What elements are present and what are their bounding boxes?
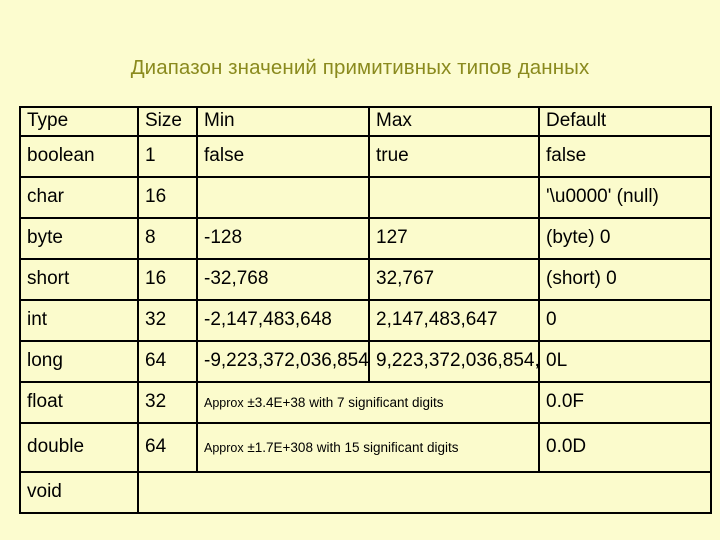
cell-type: byte [19, 217, 139, 261]
column-header-type: Type [19, 105, 139, 138]
range-value: ±1.7E+308 with 15 significant digits [243, 440, 459, 456]
cell-type: float [19, 381, 139, 425]
cell-default: (short) 0 [538, 258, 712, 302]
range-value: ±3.4E+38 with 7 significant digits [243, 395, 444, 411]
cell-size: 16 [137, 176, 198, 220]
cell-type: char [19, 176, 139, 220]
cell-size: 8 [137, 217, 198, 261]
cell-max: true [368, 135, 540, 179]
cell-max: 32,767 [368, 258, 540, 302]
cell-default: 0.0D [538, 422, 712, 474]
table-header-row: Type Size Min Max Default [19, 105, 712, 138]
cell-type: boolean [19, 135, 139, 179]
table-row: short 16 -32,768 32,767 (short) 0 [19, 258, 712, 302]
cell-size: 32 [137, 299, 198, 343]
cell-type: int [19, 299, 139, 343]
slide-root: Диапазон значений примитивных типов данн… [0, 0, 720, 540]
column-header-default: Default [538, 105, 712, 138]
cell-size: 32 [137, 381, 198, 425]
column-header-size: Size [137, 105, 198, 138]
table-row: void [19, 471, 712, 515]
cell-max: 2,147,483,647 [368, 299, 540, 343]
cell-min: -128 [196, 217, 370, 261]
table-row: char 16 '\u0000' (null) [19, 176, 712, 220]
cell-size: 16 [137, 258, 198, 302]
cell-range: Approx ±1.7E+308 with 15 significant dig… [196, 422, 540, 474]
table-row: double 64 Approx ±1.7E+308 with 15 signi… [19, 422, 712, 474]
table-row: int 32 -2,147,483,648 2,147,483,647 0 [19, 299, 712, 343]
cell-max: 127 [368, 217, 540, 261]
cell-size: 64 [137, 422, 198, 474]
cell-default: false [538, 135, 712, 179]
cell-min: -2,147,483,648 [196, 299, 370, 343]
range-approx-label: Approx [204, 441, 244, 456]
page-title: Диапазон значений примитивных типов данн… [130, 56, 590, 79]
cell-type: double [19, 422, 139, 474]
cell-min: -32,768 [196, 258, 370, 302]
cell-max: 9,223,372,036,854,775,807 [368, 340, 540, 384]
table-row: boolean 1 false true false [19, 135, 712, 179]
cell-default: (byte) 0 [538, 217, 712, 261]
cell-type: short [19, 258, 139, 302]
cell-min: -9,223,372,036,854,775,808 [196, 340, 370, 384]
column-header-min: Min [196, 105, 370, 138]
primitive-types-table-wrapper: Type Size Min Max Default boolean 1 fals… [19, 105, 712, 515]
cell-default: '\u0000' (null) [538, 176, 712, 220]
cell-default: 0 [538, 299, 712, 343]
table-row: byte 8 -128 127 (byte) 0 [19, 217, 712, 261]
range-approx-label: Approx [204, 396, 244, 411]
cell-range: Approx ±3.4E+38 with 7 significant digit… [196, 381, 540, 425]
cell-empty-span [137, 471, 712, 515]
cell-max [368, 176, 540, 220]
table-row: long 64 -9,223,372,036,854,775,808 9,223… [19, 340, 712, 384]
column-header-max: Max [368, 105, 540, 138]
cell-default: 0L [538, 340, 712, 384]
cell-type: void [19, 471, 139, 515]
cell-min [196, 176, 370, 220]
cell-min: false [196, 135, 370, 179]
cell-size: 1 [137, 135, 198, 179]
table-row: float 32 Approx ±3.4E+38 with 7 signific… [19, 381, 712, 425]
cell-size: 64 [137, 340, 198, 384]
cell-type: long [19, 340, 139, 384]
primitive-types-table: Type Size Min Max Default boolean 1 fals… [19, 105, 712, 515]
cell-default: 0.0F [538, 381, 712, 425]
